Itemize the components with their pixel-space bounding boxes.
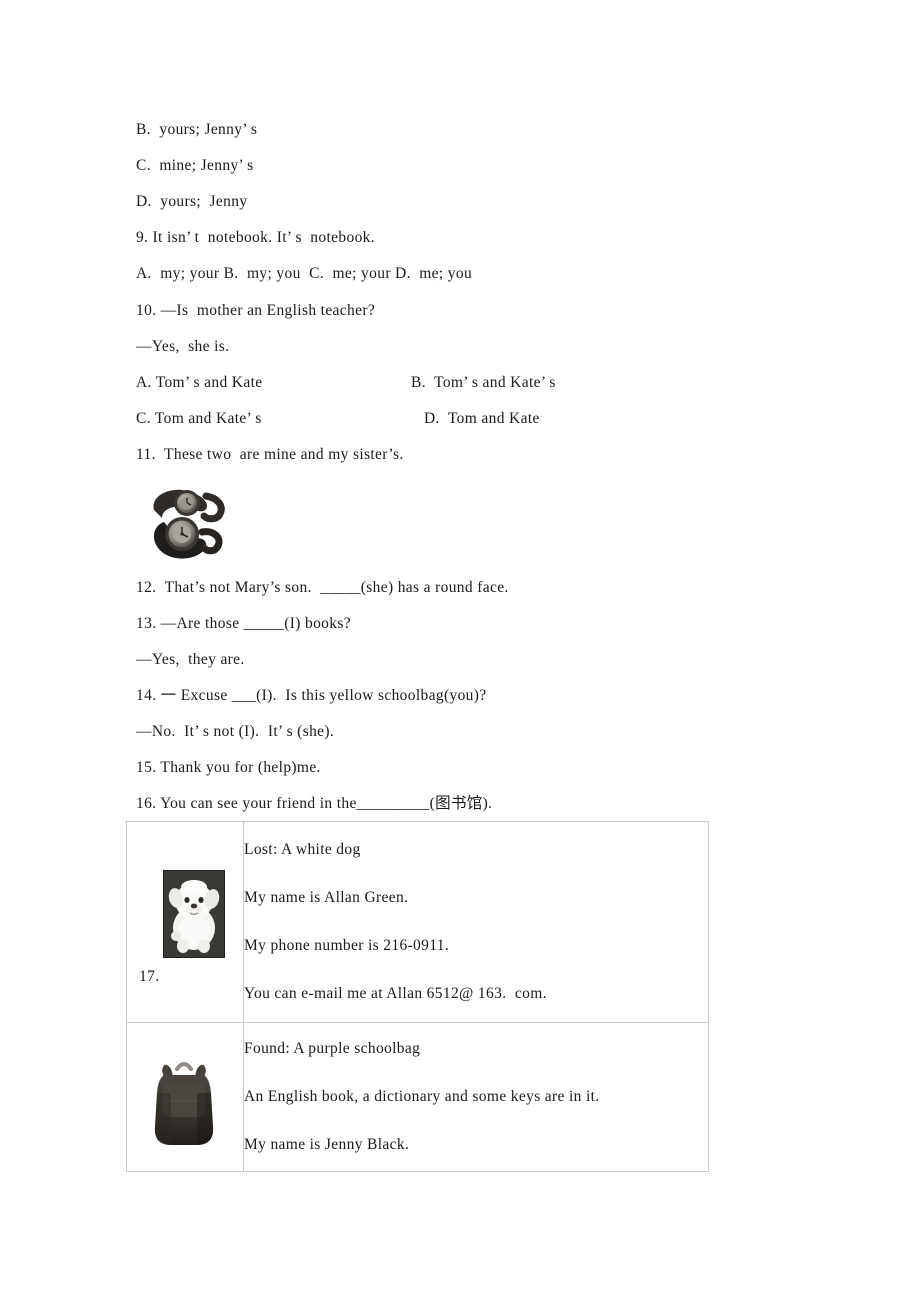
answer-option: B. Tom’ s and Kate’ s <box>411 374 556 391</box>
notice-line: Found: A purple schoolbag <box>244 1040 421 1057</box>
purple-schoolbag-photo <box>141 1053 227 1153</box>
question-line: 13. —Are those _____(I) books? <box>136 615 351 632</box>
notice-line: An English book, a dictionary and some k… <box>244 1088 600 1105</box>
notice-line: My phone number is 216-0911. <box>244 937 450 954</box>
question-line: D. yours; Jenny <box>136 193 248 210</box>
question-line: 15. Thank you for (help)me. <box>136 759 321 776</box>
notice-line: Lost: A white dog <box>244 841 361 858</box>
question-line: A. Tom’ s and Kate <box>136 374 263 391</box>
notice-line: My name is Jenny Black. <box>244 1136 410 1153</box>
item-number: 17. <box>139 968 160 985</box>
table-cell-image <box>126 1022 244 1172</box>
question-line: —Yes, they are. <box>136 651 245 668</box>
question-line: C. Tom and Kate’ s <box>136 410 262 427</box>
question-line: 14. 一 Excuse ___(I). Is this yellow scho… <box>136 687 487 704</box>
worksheet-page: B. yours; Jenny’ s C. mine; Jenny’ s D. … <box>0 0 920 1302</box>
question-line: A. my; your B. my; you C. me; your D. me… <box>136 265 473 282</box>
notice-line: You can e-mail me at Allan 6512@ 163. co… <box>244 985 547 1002</box>
table-cell-image: 17. <box>126 821 244 1023</box>
question-line: C. mine; Jenny’ s <box>136 157 254 174</box>
table-row: 17. Lost: A white dog My name is Allan G… <box>126 821 709 1023</box>
white-puppy-photo <box>163 870 225 958</box>
question-line: 9. It isn’ t notebook. It’ s notebook. <box>136 229 376 246</box>
answer-option: D. Tom and Kate <box>424 410 540 427</box>
question-line: B. yours; Jenny’ s <box>136 121 258 138</box>
question-line: —No. It’ s not (I). It’ s (she). <box>136 723 335 740</box>
table-cell-text: Found: A purple schoolbag An English boo… <box>243 1022 709 1172</box>
two-wristwatches-photo <box>140 476 234 568</box>
question-line: —Yes, she is. <box>136 338 230 355</box>
question-line: 16. You can see your friend in the______… <box>136 795 493 812</box>
question-line: 10. —Is mother an English teacher? <box>136 302 376 319</box>
table-row: Found: A purple schoolbag An English boo… <box>126 1022 709 1172</box>
lost-and-found-table: 17. Lost: A white dog My name is Allan G… <box>126 821 709 1172</box>
question-line: 11. These two are mine and my sister’s. <box>136 446 404 463</box>
question-line: 12. That’s not Mary’s son. _____(she) ha… <box>136 579 509 596</box>
table-cell-text: Lost: A white dog My name is Allan Green… <box>243 821 709 1023</box>
notice-line: My name is Allan Green. <box>244 889 409 906</box>
